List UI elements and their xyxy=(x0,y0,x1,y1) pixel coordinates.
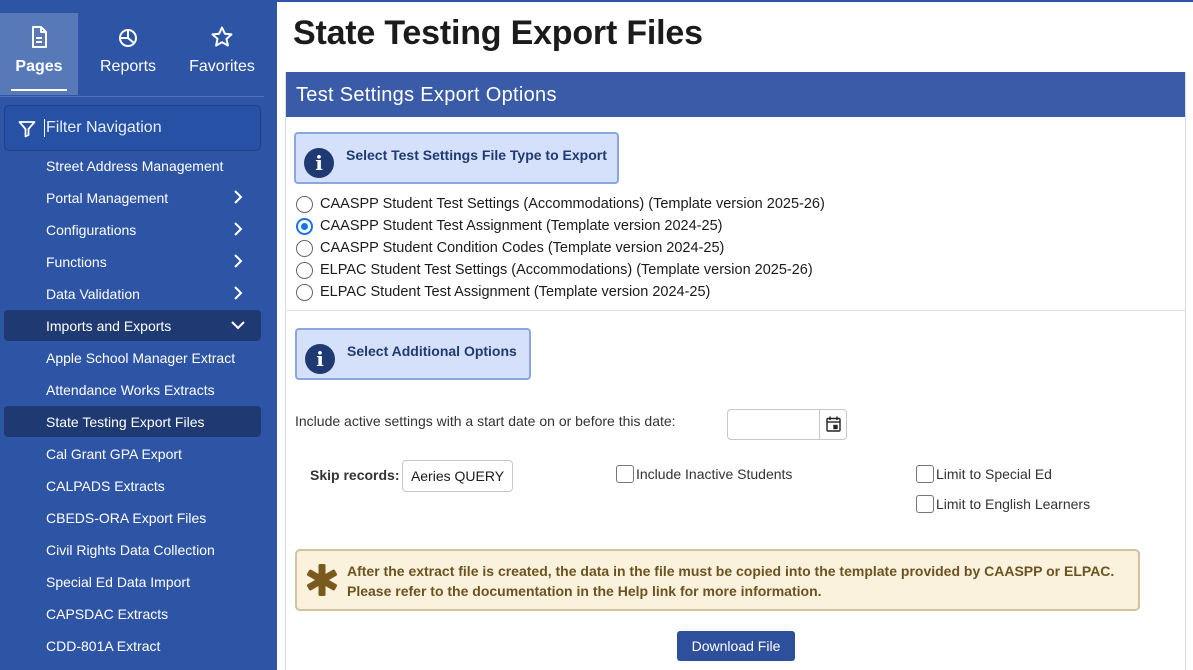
section-title: Test Settings Export Options xyxy=(296,84,557,106)
sidebar-item-label: CAPSDAC Extracts xyxy=(46,606,169,622)
tab-reports-label: Reports xyxy=(99,58,157,75)
tab-pages[interactable]: Pages xyxy=(0,13,78,95)
file-type-info-box: i Select Test Settings File Type to Expo… xyxy=(294,132,619,184)
tab-reports[interactable]: Reports xyxy=(89,13,167,95)
sidebar-item-cdd-801a-extract[interactable]: CDD-801A Extract xyxy=(4,630,261,661)
sidebar: Pages Reports Favorites Filter Navigatio… xyxy=(0,0,277,670)
radio-label: CAASPP Student Test Assignment (Template… xyxy=(320,218,723,234)
sidebar-item-label: Street Address Management xyxy=(46,158,224,174)
sidebar-item-label: Attendance Works Extracts xyxy=(46,382,215,398)
sidebar-item-attendance-works-extracts[interactable]: Attendance Works Extracts xyxy=(4,374,261,405)
panel-header: Test Settings Export Options xyxy=(286,72,1185,117)
sidebar-item-label: Special Ed Data Import xyxy=(46,574,190,590)
page-title: State Testing Export Files xyxy=(293,14,703,52)
radio-button[interactable] xyxy=(296,196,313,213)
tab-favorites[interactable]: Favorites xyxy=(180,13,264,95)
skip-records-label: Skip records: xyxy=(310,467,400,483)
warning-text-line1: After the extract file is created, the d… xyxy=(347,563,1115,579)
chevron-right-icon xyxy=(234,190,243,204)
app-window: Pages Reports Favorites Filter Navigatio… xyxy=(0,0,1193,670)
checkbox-label: Include Inactive Students xyxy=(636,466,793,482)
chevron-down-icon xyxy=(231,321,245,330)
active-tab-underline xyxy=(11,89,67,91)
sidebar-item-label: Functions xyxy=(46,254,107,270)
sidebar-item-label: CDD-801A Extract xyxy=(46,638,161,654)
additional-options-info-text: Select Additional Options xyxy=(347,343,517,359)
start-date-label: Include active settings with a start dat… xyxy=(295,413,676,429)
sidebar-divider xyxy=(0,96,264,97)
radio-label: CAASPP Student Condition Codes (Template… xyxy=(320,240,725,256)
sidebar-item-civil-rights-data-collection[interactable]: Civil Rights Data Collection xyxy=(4,534,261,565)
star-icon xyxy=(211,26,233,47)
sidebar-item-label: Cal Grant GPA Export xyxy=(46,446,182,462)
sidebar-item-label: Configurations xyxy=(46,222,137,238)
info-icon: i xyxy=(304,148,334,178)
sidebar-item-configurations[interactable]: Configurations xyxy=(4,214,261,245)
sidebar-item-label: CBEDS-ORA Export Files xyxy=(46,510,207,526)
sidebar-item-street-address-management[interactable]: Street Address Management xyxy=(4,150,261,181)
chevron-right-icon xyxy=(234,222,243,236)
filter-icon xyxy=(18,121,36,138)
sidebar-item-cbeds-ora-export-files[interactable]: CBEDS-ORA Export Files xyxy=(4,502,261,533)
sidebar-item-label: Imports and Exports xyxy=(46,318,172,334)
filter-placeholder: Filter Navigation xyxy=(44,119,162,137)
download-file-button[interactable]: Download File xyxy=(677,631,795,661)
pie-chart-icon xyxy=(119,29,137,47)
sidebar-item-label: Apple School Manager Extract xyxy=(46,350,236,366)
checkbox[interactable] xyxy=(916,465,934,483)
aeries-query-button[interactable]: Aeries QUERY xyxy=(402,460,513,492)
sidebar-item-apple-school-manager-extract[interactable]: Apple School Manager Extract xyxy=(4,342,261,373)
calendar-button[interactable] xyxy=(819,410,846,439)
chevron-right-icon xyxy=(234,254,243,268)
warning-text-line2: Please refer to the documentation in the… xyxy=(347,583,822,599)
checkbox-label: Limit to English Learners xyxy=(936,496,1091,512)
radio-button-selected[interactable] xyxy=(296,218,313,235)
sidebar-item-functions[interactable]: Functions xyxy=(4,246,261,277)
sidebar-item-label: Data Validation xyxy=(46,286,140,302)
file-type-info-text: Select Test Settings File Type to Export xyxy=(346,147,607,163)
calendar-icon xyxy=(826,416,841,432)
checkbox-label: Limit to Special Ed xyxy=(936,466,1052,482)
asterisk-icon xyxy=(306,564,338,596)
radio-button[interactable] xyxy=(296,240,313,257)
radio-button[interactable] xyxy=(296,262,313,279)
radio-button[interactable] xyxy=(296,284,313,301)
sidebar-item-calpads-extracts[interactable]: CALPADS Extracts xyxy=(4,470,261,501)
sidebar-item-label: Civil Rights Data Collection xyxy=(46,542,215,558)
sidebar-item-data-validation[interactable]: Data Validation xyxy=(4,278,261,309)
document-icon xyxy=(32,26,47,48)
sidebar-item-imports-and-exports[interactable]: Imports and Exports xyxy=(4,310,261,341)
radio-label: ELPAC Student Test Assignment (Template … xyxy=(320,284,711,300)
filter-navigation-input[interactable]: Filter Navigation xyxy=(4,105,261,151)
sidebar-top-tabs: Pages Reports Favorites xyxy=(0,13,277,95)
sidebar-item-cal-grant-gpa-export[interactable]: Cal Grant GPA Export xyxy=(4,438,261,469)
sidebar-item-special-ed-data-import[interactable]: Special Ed Data Import xyxy=(4,566,261,597)
chevron-right-icon xyxy=(234,286,243,300)
sidebar-item-state-testing-export-files[interactable]: State Testing Export Files xyxy=(4,406,261,437)
sidebar-item-label: Portal Management xyxy=(46,190,169,206)
checkbox[interactable] xyxy=(916,495,934,513)
section-divider xyxy=(285,310,1186,311)
radio-label: ELPAC Student Test Settings (Accommodati… xyxy=(320,262,813,278)
warning-notice: After the extract file is created, the d… xyxy=(295,549,1140,611)
start-date-input[interactable] xyxy=(727,409,847,440)
checkbox[interactable] xyxy=(616,465,634,483)
sidebar-item-capsdac-extracts[interactable]: CAPSDAC Extracts xyxy=(4,598,261,629)
tab-favorites-label: Favorites xyxy=(189,58,255,75)
sidebar-item-portal-management[interactable]: Portal Management xyxy=(4,182,261,213)
sidebar-item-label: State Testing Export Files xyxy=(46,414,205,430)
tab-pages-label: Pages xyxy=(15,58,63,75)
sidebar-item-label: CALPADS Extracts xyxy=(46,478,165,494)
top-accent-bar xyxy=(277,0,1193,5)
info-icon: i xyxy=(305,344,335,374)
radio-label: CAASPP Student Test Settings (Accommodat… xyxy=(320,196,825,212)
additional-options-info-box: i Select Additional Options xyxy=(295,328,531,380)
